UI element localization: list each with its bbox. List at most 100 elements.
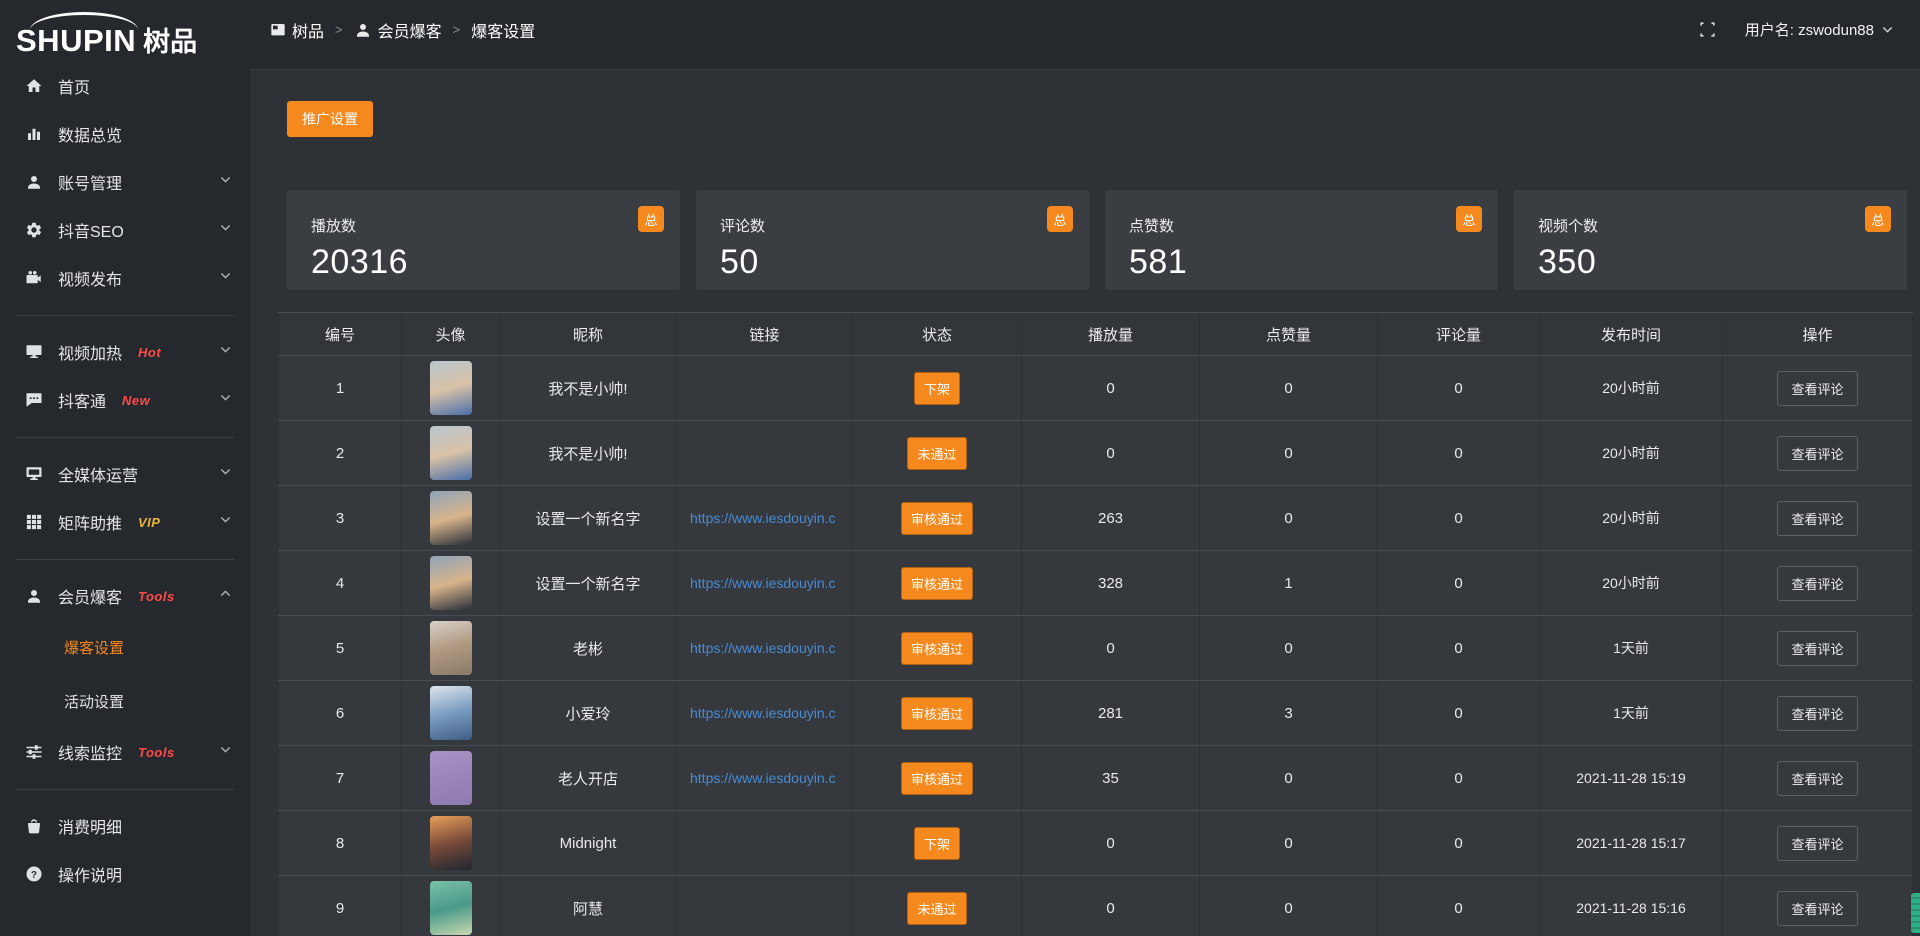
breadcrumb-label: 树品 <box>292 18 324 42</box>
view-comments-button[interactable]: 查看评论 <box>1777 891 1857 926</box>
app-logo[interactable]: SHUPIN 树品 <box>0 0 250 62</box>
avatar <box>430 881 472 935</box>
sidebar-subitem-baoke-settings[interactable]: 爆客设置 <box>0 620 250 674</box>
user-menu[interactable]: 用户名: zswodun88 <box>1745 19 1894 40</box>
fullscreen-icon[interactable] <box>1698 20 1717 39</box>
cell-status: 下架 <box>853 811 1022 875</box>
cell-likes: 0 <box>1200 811 1378 875</box>
cell-avatar <box>402 876 500 936</box>
sidebar-item-label: 操作说明 <box>58 862 122 886</box>
cell-nickname: 我不是小帅! <box>500 421 677 485</box>
sidebar-item-label: 账号管理 <box>58 170 122 194</box>
cell-comments: 0 <box>1378 421 1540 485</box>
sidebar-item-consumption-detail[interactable]: 消费明细 <box>0 802 250 850</box>
gear-icon <box>25 221 43 239</box>
breadcrumb-baoke-settings[interactable]: 爆客设置 <box>471 18 535 42</box>
cell-nickname: 阿慧 <box>500 876 677 936</box>
camera-icon <box>25 269 43 287</box>
total-badge: 总 <box>1865 206 1891 232</box>
table-header-cell: 状态 <box>853 313 1022 355</box>
cell-comments: 0 <box>1378 551 1540 615</box>
sliders-icon <box>25 743 43 761</box>
breadcrumb: 树品>会员爆客>爆客设置 <box>270 18 535 42</box>
sidebar-item-video-heat[interactable]: 视频加热 Hot <box>0 328 250 376</box>
cell-publish-time: 2021-11-28 15:16 <box>1540 876 1723 936</box>
cell-link[interactable]: https://www.iesdouyin.c <box>677 551 853 615</box>
sidebar-item-clue-monitor[interactable]: 线索监控Tools <box>0 728 250 776</box>
sidebar-item-account-management[interactable]: 账号管理 <box>0 158 250 206</box>
view-comments-button[interactable]: 查看评论 <box>1777 696 1857 731</box>
sidebar-item-operation-guide[interactable]: ?操作说明 <box>0 850 250 898</box>
cell-link <box>677 876 853 936</box>
sidebar-divider <box>0 546 250 572</box>
cell-action: 查看评论 <box>1723 551 1913 615</box>
cell-comments: 0 <box>1378 746 1540 810</box>
table-header-cell: 昵称 <box>500 313 677 355</box>
view-comments-button[interactable]: 查看评论 <box>1777 566 1857 601</box>
cell-nickname: Midnight <box>500 811 677 875</box>
view-comments-button[interactable]: 查看评论 <box>1777 631 1857 666</box>
cell-comments: 0 <box>1378 811 1540 875</box>
total-badge: 总 <box>1047 206 1073 232</box>
view-comments-button[interactable]: 查看评论 <box>1777 826 1857 861</box>
promotion-settings-button[interactable]: 推广设置 <box>287 101 373 137</box>
sidebar-badge: Hot <box>138 345 161 360</box>
cell-plays: 0 <box>1022 876 1200 936</box>
sidebar-subitem-activity-settings[interactable]: 活动设置 <box>0 674 250 728</box>
home-icon <box>25 77 43 95</box>
status-badge: 下架 <box>914 372 960 405</box>
sidebar-item-douketong[interactable]: 抖客通New <box>0 376 250 424</box>
stat-cards: 播放数20316总评论数50总点赞数581总视频个数350总 <box>287 190 1907 290</box>
sidebar-item-video-publish[interactable]: 视频发布 <box>0 254 250 302</box>
table-header-row: 编号头像昵称链接状态播放量点赞量评论量发布时间操作 <box>278 312 1913 356</box>
view-comments-button[interactable]: 查看评论 <box>1777 436 1857 471</box>
cell-link[interactable]: https://www.iesdouyin.c <box>677 746 853 810</box>
user-icon <box>25 173 43 191</box>
cell-action: 查看评论 <box>1723 811 1913 875</box>
sidebar-item-member-baoke[interactable]: 会员爆客Tools <box>0 572 250 620</box>
table-header-cell: 编号 <box>278 313 402 355</box>
cell-nickname: 设置一个新名字 <box>500 551 677 615</box>
table-header-cell: 播放量 <box>1022 313 1200 355</box>
sidebar-divider <box>0 776 250 802</box>
table-row: 3设置一个新名字https://www.iesdouyin.c审核通过26300… <box>278 486 1913 551</box>
cell-link[interactable]: https://www.iesdouyin.c <box>677 486 853 550</box>
cell-publish-time: 20小时前 <box>1540 356 1723 420</box>
sidebar-item-home[interactable]: 首页 <box>0 62 250 110</box>
cell-id: 1 <box>278 356 402 420</box>
cell-likes: 0 <box>1200 486 1378 550</box>
sidebar-item-label: 视频加热 <box>58 340 122 364</box>
cell-link[interactable]: https://www.iesdouyin.c <box>677 681 853 745</box>
cell-publish-time: 20小时前 <box>1540 551 1723 615</box>
sidebar-item-media-operation[interactable]: 全媒体运营 <box>0 450 250 498</box>
username-label: 用户名: zswodun88 <box>1745 19 1874 40</box>
cell-action: 查看评论 <box>1723 746 1913 810</box>
topbar: 树品>会员爆客>爆客设置 用户名: zswodun88 <box>250 0 1920 70</box>
status-badge: 下架 <box>914 827 960 860</box>
view-comments-button[interactable]: 查看评论 <box>1777 761 1857 796</box>
table-row: 6小爱玲https://www.iesdouyin.c审核通过281301天前查… <box>278 681 1913 746</box>
view-comments-button[interactable]: 查看评论 <box>1777 501 1857 536</box>
sidebar-item-label: 数据总览 <box>58 122 122 146</box>
cell-likes: 0 <box>1200 746 1378 810</box>
sidebar-item-douyin-seo[interactable]: 抖音SEO <box>0 206 250 254</box>
page-scroll-widget[interactable] <box>1911 893 1920 933</box>
cell-likes: 0 <box>1200 421 1378 485</box>
breadcrumb-member-baoke[interactable]: 会员爆客 <box>354 18 442 42</box>
cell-plays: 0 <box>1022 421 1200 485</box>
table-header-cell: 链接 <box>677 313 853 355</box>
status-badge: 审核通过 <box>901 697 973 730</box>
cell-id: 7 <box>278 746 402 810</box>
table-row: 8Midnight下架0002021-11-28 15:17查看评论 <box>278 811 1913 876</box>
sidebar-item-data-overview[interactable]: 数据总览 <box>0 110 250 158</box>
stat-card-plays: 播放数20316总 <box>287 190 680 290</box>
sidebar-item-label: 抖音SEO <box>58 218 124 242</box>
view-comments-button[interactable]: 查看评论 <box>1777 371 1857 406</box>
stat-value: 350 <box>1538 243 1883 282</box>
cell-id: 2 <box>278 421 402 485</box>
sidebar-item-matrix-boost[interactable]: 矩阵助推VIP <box>0 498 250 546</box>
breadcrumb-shupin[interactable]: 树品 <box>270 18 324 42</box>
cell-link[interactable]: https://www.iesdouyin.c <box>677 616 853 680</box>
cell-status: 审核通过 <box>853 616 1022 680</box>
sidebar-item-label: 视频发布 <box>58 266 122 290</box>
